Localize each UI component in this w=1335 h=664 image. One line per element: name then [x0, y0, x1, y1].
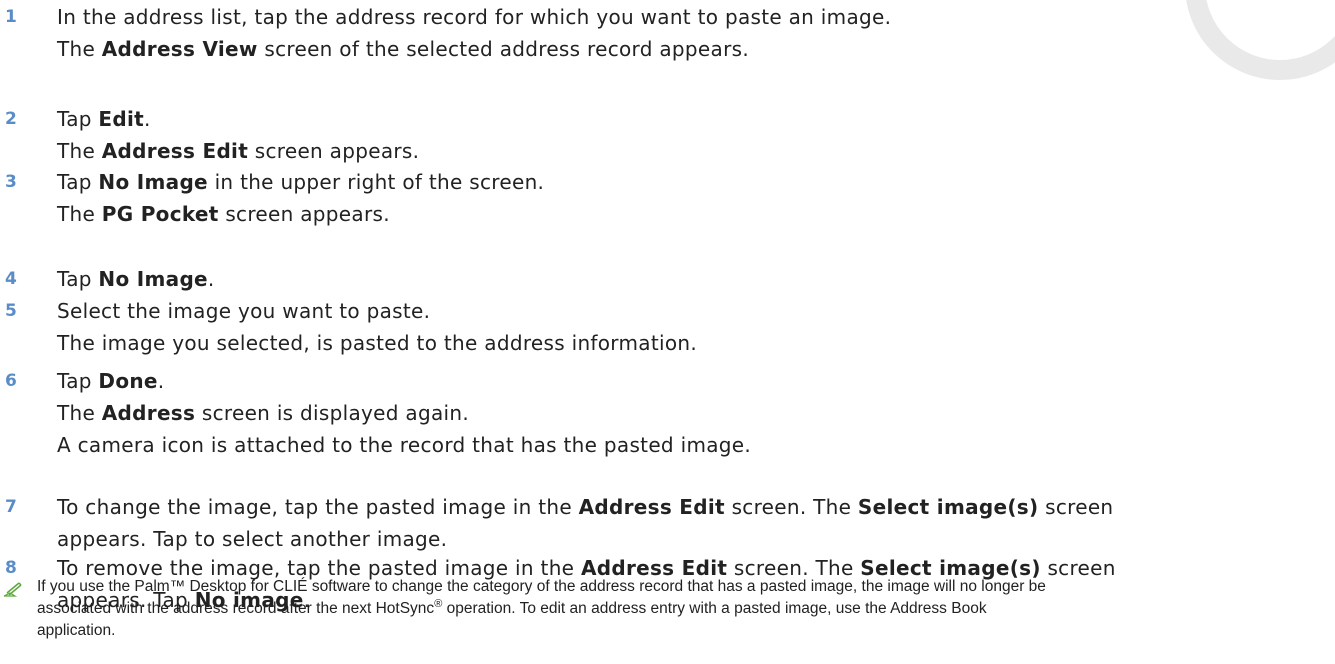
text-run: If you use the Palm™ Desktop for CLIÉ so… [37, 578, 1046, 595]
decorative-circle [1185, 0, 1335, 80]
step-number: 4 [5, 269, 17, 289]
text-run: Tap [57, 170, 99, 194]
pencil-note-icon [3, 582, 22, 597]
step-number: 1 [5, 7, 17, 27]
text-run: The [57, 139, 102, 163]
text-run: screen is displayed again. [195, 401, 470, 425]
text-run: screen of the selected address record ap… [257, 37, 749, 61]
bold-term: Address [101, 401, 196, 425]
bold-term: Address Edit [101, 139, 249, 163]
text-run: associated with the address record after… [37, 600, 435, 617]
step-text-line: The Address Edit screen appears. [57, 137, 419, 165]
text-run: screen [1040, 556, 1116, 580]
step-text-line: To change the image, tap the pasted imag… [57, 493, 1113, 521]
text-run: Tap [57, 107, 99, 131]
text-run: operation. To edit an address entry with… [442, 600, 987, 617]
text-run: application. [37, 622, 116, 639]
text-run: screen. The [724, 495, 858, 519]
step-text-line: Tap Edit. [57, 105, 151, 133]
bold-term: Address Edit [578, 495, 725, 519]
text-run: . [157, 369, 165, 393]
step-text-line: Select the image you want to paste. [57, 297, 430, 325]
note-text-line: application. [37, 620, 115, 642]
text-run: The image you selected, is pasted to the… [57, 331, 697, 355]
text-run: A camera icon is attached to the record … [57, 433, 752, 457]
step-number: 5 [5, 301, 17, 321]
step-text-line: appears. Tap to select another image. [57, 525, 447, 553]
step-number: 2 [5, 109, 17, 129]
text-run: screen appears. [218, 202, 390, 226]
text-run: To change the image, tap the pasted imag… [57, 495, 579, 519]
step-number: 3 [5, 172, 17, 192]
text-run: The [57, 401, 102, 425]
step-text-line: Tap Done. [57, 367, 164, 395]
step-text-line: The PG Pocket screen appears. [57, 200, 390, 228]
text-run: The [57, 202, 102, 226]
bold-term: Edit [98, 107, 145, 131]
text-run: Tap [57, 267, 99, 291]
step-number: 6 [5, 371, 17, 391]
bold-term: Address View [101, 37, 258, 61]
step-text-line: The image you selected, is pasted to the… [57, 329, 697, 357]
bold-term: Done [98, 369, 158, 393]
step-text-line: Tap No Image in the upper right of the s… [57, 168, 544, 196]
text-run: Select the image you want to paste. [57, 299, 431, 323]
step-text-line: In the address list, tap the address rec… [57, 3, 891, 31]
step-text-line: A camera icon is attached to the record … [57, 431, 751, 459]
text-run: . [144, 107, 151, 131]
text-run: The [57, 37, 102, 61]
step-text-line: Tap No Image. [57, 265, 215, 293]
text-run: appears. Tap to select another image. [57, 527, 448, 551]
text-run: Tap [57, 369, 99, 393]
step-number: 7 [5, 497, 17, 517]
text-run: screen [1038, 495, 1114, 519]
bold-term: Select image(s) [857, 495, 1039, 519]
text-run: in the upper right of the screen. [207, 170, 545, 194]
step-text-line: The Address screen is displayed again. [57, 399, 469, 427]
text-run: screen appears. [248, 139, 420, 163]
text-run: . [207, 267, 215, 291]
bold-term: No Image [98, 170, 208, 194]
text-run: In the address list, tap the address rec… [57, 5, 892, 29]
note-text-line: associated with the address record after… [37, 598, 987, 620]
step-number: 8 [5, 558, 17, 578]
step-text-line: The Address View screen of the selected … [57, 35, 749, 63]
bold-term: No Image [98, 267, 208, 291]
bold-term: PG Pocket [101, 202, 219, 226]
note-text-line: If you use the Palm™ Desktop for CLIÉ so… [37, 576, 1046, 598]
